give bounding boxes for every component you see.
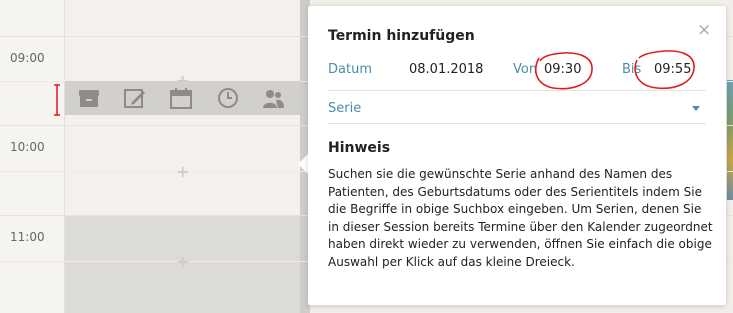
to-time-value[interactable]: 09:55 (654, 62, 691, 77)
archive-icon[interactable] (77, 87, 101, 109)
add-slot-icon[interactable]: + (176, 164, 189, 180)
clock-icon[interactable] (216, 87, 240, 109)
divider (328, 90, 706, 91)
add-appointment-popup: Termin hinzufügen × Datum 08.01.2018 Von… (308, 6, 726, 305)
time-label-1000: 10:00 (10, 140, 45, 154)
from-label: Von (513, 62, 538, 77)
divider (328, 123, 706, 124)
time-label-0900: 09:00 (10, 51, 45, 65)
calendar-icon[interactable] (169, 87, 193, 109)
series-select[interactable]: Serie (328, 101, 361, 116)
edge-thumbnail (727, 80, 733, 200)
appointment-toolbar (65, 81, 300, 115)
time-label-1100: 11:00 (10, 230, 45, 244)
time-column (0, 0, 65, 313)
date-value[interactable]: 08.01.2018 (409, 62, 483, 77)
date-label: Datum (328, 62, 372, 77)
popup-arrow (298, 154, 308, 174)
popup-title: Termin hinzufügen (328, 28, 475, 44)
to-label: Bis (622, 62, 642, 77)
annotation-marker-icon (54, 84, 60, 116)
edit-icon[interactable] (123, 87, 147, 109)
chevron-down-icon[interactable] (692, 106, 700, 111)
users-icon[interactable] (261, 87, 285, 109)
close-icon[interactable]: × (697, 20, 711, 40)
add-slot-icon[interactable]: + (176, 254, 189, 270)
hint-text: Suchen sie die gewünschte Serie anhand d… (328, 167, 713, 269)
hint-title: Hinweis (328, 140, 391, 156)
from-time-value[interactable]: 09:30 (544, 62, 581, 77)
